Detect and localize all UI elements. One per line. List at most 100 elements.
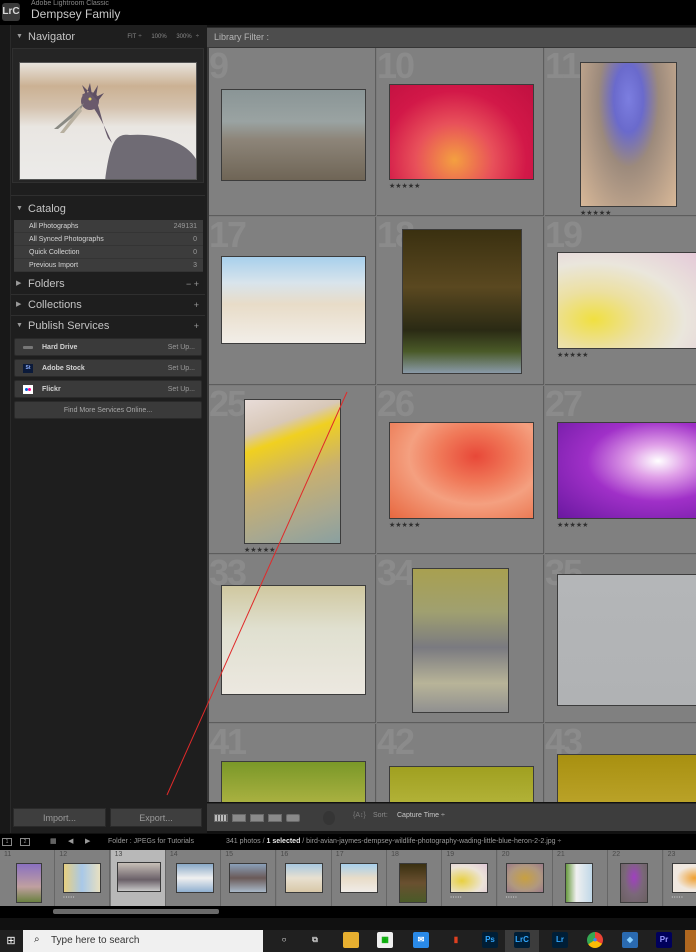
publish-adobe-stock[interactable]: St Adobe Stock Set Up... <box>14 359 202 377</box>
publish-hard-drive[interactable]: Hard Drive Set Up... <box>14 338 202 356</box>
star-rating[interactable]: ★★★★★ <box>389 182 420 190</box>
star-rating[interactable]: ★★★★★ <box>557 521 588 529</box>
grid-cell[interactable]: 19 ★★★★★ <box>545 217 696 385</box>
collections-add[interactable]: + <box>194 295 199 315</box>
export-button[interactable]: Export... <box>110 808 202 827</box>
collapse-triangle-icon[interactable]: ▼ <box>16 27 23 47</box>
grid-jump-icon[interactable]: ▦ <box>50 834 57 850</box>
survey-view-icon[interactable] <box>268 814 282 822</box>
navigator-preview-image[interactable] <box>19 62 197 180</box>
find-more-services-button[interactable]: Find More Services Online... <box>14 401 202 419</box>
photo-thumbnail-plover-in-flowers[interactable] <box>221 256 366 344</box>
zoom-100[interactable]: 100% <box>151 34 166 40</box>
loupe-view-icon[interactable] <box>232 814 246 822</box>
filmstrip-cell[interactable]: 19 ••••• <box>442 850 498 906</box>
catalog-item-all-photographs[interactable]: All Photographs 249131 <box>14 220 203 233</box>
star-rating[interactable]: ★★★★★ <box>557 351 588 359</box>
lightroom-classic-icon[interactable]: LrC <box>514 932 530 948</box>
grid-cell[interactable]: 33 <box>209 555 376 723</box>
grid-cell[interactable]: 43 <box>545 724 696 802</box>
setup-button[interactable]: Set Up... <box>168 360 195 377</box>
grid-cell[interactable]: 34 <box>377 555 544 723</box>
left-panel-edge[interactable] <box>0 25 11 833</box>
publish-services-add[interactable]: + <box>194 316 199 336</box>
grid-cell[interactable]: 41 <box>209 724 376 802</box>
back-arrow-icon[interactable]: ◀ <box>68 834 73 850</box>
catalog-name[interactable]: Dempsey Family <box>31 7 120 21</box>
expand-triangle-icon[interactable]: ▶ <box>16 274 21 294</box>
grid-cell[interactable]: 27 ★★★★★ <box>545 386 696 554</box>
windows-start-icon[interactable]: ⊞ <box>0 930 22 952</box>
collections-header[interactable]: ▶ Collections + <box>11 295 205 315</box>
zoom-fit[interactable]: FIT <box>127 34 136 40</box>
grid-cell[interactable]: 11 ★★★★★ <box>545 48 696 216</box>
lightroom-icon[interactable]: Lr <box>552 932 568 948</box>
filmstrip-cell[interactable]: 14 <box>165 850 221 906</box>
chrome-icon[interactable]: ● <box>587 932 603 948</box>
publish-flickr[interactable]: Flickr Set Up... <box>14 380 202 398</box>
photo-thumbnail-great-egret[interactable] <box>221 585 366 695</box>
filmstrip-thumbnail[interactable] <box>63 863 102 893</box>
filmstrip-thumbnail[interactable] <box>175 863 214 893</box>
filmstrip-scrollbar[interactable] <box>53 909 219 914</box>
filmstrip-cell[interactable]: 20 ••••• <box>497 850 553 906</box>
filmstrip-cell[interactable]: 13 <box>110 850 166 906</box>
photoshop-icon[interactable]: Ps <box>482 932 498 948</box>
premiere-icon[interactable]: Pr <box>656 932 672 948</box>
filmstrip-cell[interactable]: 11••••• <box>0 850 55 906</box>
catalog-item-previous-import[interactable]: Previous Import 3 <box>14 259 203 272</box>
filmstrip-thumbnail[interactable] <box>16 863 42 903</box>
grid-cell[interactable]: 25 ★★★★★ <box>209 386 376 554</box>
folders-header[interactable]: ▶ Folders − + <box>11 274 205 294</box>
catalog-header[interactable]: ▼ Catalog <box>11 199 205 219</box>
sort-dropdown[interactable]: Capture Time ÷ <box>397 812 445 819</box>
filmstrip-thumbnail[interactable] <box>284 863 323 893</box>
grid-cell[interactable]: 10 ★★★★★ <box>377 48 544 216</box>
setup-button[interactable]: Set Up... <box>168 381 195 398</box>
filmstrip-thumbnail[interactable] <box>229 863 268 893</box>
filmstrip-cell[interactable]: 22••••• <box>608 850 664 906</box>
zoom-300[interactable]: 300% <box>176 34 191 40</box>
monitor-2-button[interactable]: 2 <box>20 838 30 846</box>
forward-arrow-icon[interactable]: ▶ <box>85 834 90 850</box>
photo-thumbnail-orange-rose[interactable] <box>389 422 534 519</box>
photo-thumbnail-red-flower-stamens[interactable] <box>389 84 534 180</box>
filmstrip-thumbnail[interactable] <box>116 862 161 892</box>
catalog-item-all-synced[interactable]: All Synced Photographs 0 <box>14 233 203 246</box>
collapse-triangle-icon[interactable]: ▼ <box>16 199 23 219</box>
star-rating[interactable]: ★★★★★ <box>244 546 275 553</box>
photo-thumbnail-oystercatcher[interactable] <box>557 574 696 706</box>
office-icon[interactable]: ▮ <box>448 932 464 948</box>
library-filter-label[interactable]: Library Filter : <box>214 32 269 42</box>
sort-direction-icon[interactable]: {A↕} <box>353 812 366 819</box>
photo-thumbnail-purple-clematis[interactable] <box>557 422 696 519</box>
filmstrip-cell[interactable]: 15 <box>221 850 277 906</box>
file-explorer-icon[interactable] <box>343 932 359 948</box>
filmstrip-cell[interactable]: 23 ••••• <box>663 850 696 906</box>
setup-button[interactable]: Set Up... <box>168 339 195 356</box>
mail-icon[interactable]: ✉ <box>413 932 429 948</box>
filmstrip-cell[interactable]: 17 <box>331 850 387 906</box>
photo-thumbnail-oystercatcher-preening[interactable] <box>557 754 696 802</box>
filmstrip-thumbnail[interactable] <box>450 863 489 893</box>
grid-cell[interactable]: 18 <box>377 217 544 385</box>
navigator-header[interactable]: ▼ Navigator FIT ÷ 100% 300% ÷ <box>11 27 205 47</box>
cortana-icon[interactable]: ○ <box>276 932 292 948</box>
grid-cell[interactable]: 26 ★★★★★ <box>377 386 544 554</box>
spray-can-icon[interactable] <box>323 811 335 825</box>
filmstrip-cell[interactable]: 21••••• <box>553 850 608 906</box>
3d-app-icon[interactable]: ◆ <box>622 932 638 948</box>
photo-thumbnail-roseate-spoonbill[interactable] <box>389 766 534 802</box>
import-button[interactable]: Import... <box>13 808 106 827</box>
publish-services-header[interactable]: ▼ Publish Services + <box>11 316 205 336</box>
filmstrip-cell[interactable]: 12 ••••• <box>55 850 111 906</box>
photo-thumbnail-yellow-petal[interactable] <box>244 399 341 544</box>
microsoft-store-icon[interactable]: ▦ <box>377 932 393 948</box>
grid-view-icon[interactable] <box>214 814 228 822</box>
photo-thumbnail-tulip-macro[interactable] <box>557 252 696 349</box>
filmstrip-cell[interactable]: 18 <box>387 850 443 906</box>
filmstrip-thumbnail[interactable] <box>399 863 428 903</box>
monitor-1-button[interactable]: 1 <box>2 838 12 846</box>
task-view-icon[interactable]: ⧉ <box>307 932 323 948</box>
filmstrip-thumbnail[interactable] <box>565 863 593 903</box>
